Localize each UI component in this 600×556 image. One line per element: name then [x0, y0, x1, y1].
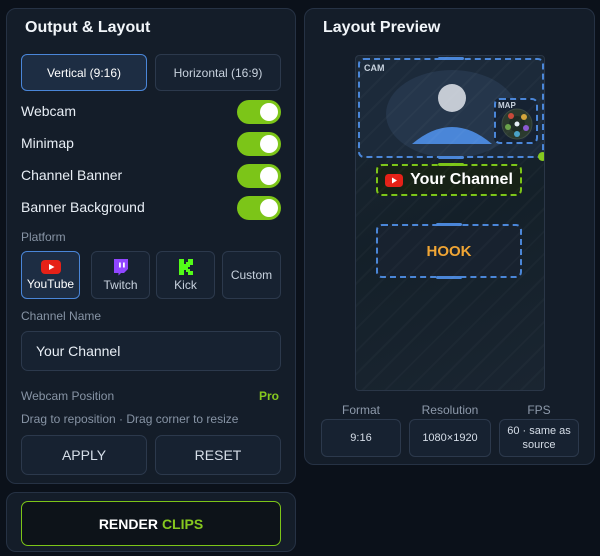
drag-handle[interactable]: [438, 57, 464, 60]
toggle-label: Banner Background: [21, 199, 145, 215]
layout-preview-panel: Layout Preview CAM MAP Your Channel HOOK…: [304, 8, 595, 465]
vertical-orientation-button[interactable]: Vertical (9:16): [21, 54, 147, 91]
toggle-knob: [260, 135, 278, 153]
resize-corner-handle[interactable]: [538, 152, 544, 161]
toggle-label: Minimap: [21, 135, 74, 151]
twitch-icon: [113, 259, 128, 276]
kick-icon: [178, 259, 193, 275]
channel-name-input[interactable]: [21, 331, 281, 371]
toggle-label: Webcam: [21, 103, 76, 119]
youtube-icon: [40, 260, 61, 274]
reset-button[interactable]: RESET: [155, 435, 281, 475]
banner-background-toggle[interactable]: [237, 196, 281, 220]
minimap-zone[interactable]: MAP: [494, 98, 538, 144]
drag-handle[interactable]: [438, 163, 464, 166]
render-label: RENDER: [98, 515, 158, 532]
format-value: 9:16: [321, 419, 401, 457]
toggle-label: Channel Banner: [21, 167, 123, 183]
channel-banner-toggle[interactable]: [237, 164, 281, 188]
preview-canvas: CAM MAP Your Channel HOOK: [355, 55, 545, 391]
toggle-row-webcam: Webcam: [21, 100, 281, 124]
cam-label: CAM: [364, 63, 385, 73]
webcam-zone[interactable]: CAM MAP: [358, 57, 544, 161]
drag-handle[interactable]: [436, 276, 462, 279]
platform-kick-button[interactable]: Kick: [156, 251, 215, 299]
webcam-position-label: Webcam Position: [21, 389, 115, 403]
resolution-value: 1080×1920: [409, 419, 491, 457]
toggle-row-minimap: Minimap: [21, 132, 281, 156]
toggle-row-banner-background: Banner Background: [21, 196, 281, 220]
map-label: MAP: [498, 101, 516, 110]
fps-value: 60 · same as source: [499, 419, 579, 457]
toggle-row-channel-banner: Channel Banner: [21, 164, 281, 188]
minimap-toggle[interactable]: [237, 132, 281, 156]
webcam-toggle[interactable]: [237, 100, 281, 124]
toggle-knob: [260, 199, 278, 217]
platform-twitch-button[interactable]: Twitch: [91, 251, 150, 299]
platform-youtube-button[interactable]: YouTube: [21, 251, 80, 299]
toggle-knob: [260, 103, 278, 121]
toggle-knob: [260, 167, 278, 185]
hook-text: HOOK: [426, 242, 472, 260]
youtube-icon: [385, 173, 404, 187]
webcam-position-hint: Drag to reposition · Drag corner to resi…: [21, 412, 239, 426]
pro-badge: Pro: [258, 389, 279, 403]
fps-label: FPS: [527, 403, 551, 417]
platform-label-youtube: YouTube: [26, 277, 75, 291]
channel-name-label: Channel Name: [21, 309, 102, 323]
resolution-label: Resolution: [421, 403, 479, 417]
render-panel: RENDER CLIPS: [6, 492, 296, 552]
drag-handle[interactable]: [438, 156, 464, 159]
platform-label-twitch: Twitch: [103, 278, 138, 292]
webcam-placeholder-icon: [386, 70, 518, 156]
platform-label-kick: Kick: [174, 278, 197, 292]
horizontal-orientation-button[interactable]: Horizontal (16:9): [155, 54, 281, 91]
clips-label: CLIPS: [161, 515, 204, 532]
platform-custom-button[interactable]: Custom: [222, 251, 281, 299]
panel-title: Layout Preview: [323, 19, 441, 36]
apply-button[interactable]: APPLY: [21, 435, 147, 475]
platform-label: Platform: [21, 230, 66, 244]
render-clips-button[interactable]: RENDER CLIPS: [21, 501, 281, 546]
minimap-icon: [501, 108, 533, 140]
banner-channel-text: Your Channel: [410, 171, 513, 188]
drag-handle[interactable]: [436, 223, 462, 226]
format-label: Format: [341, 403, 380, 417]
hook-zone[interactable]: HOOK: [376, 223, 522, 279]
platform-label-custom: Custom: [230, 268, 273, 282]
channel-banner-zone[interactable]: Your Channel: [376, 163, 522, 196]
output-layout-panel: Output & Layout Vertical (9:16) Horizont…: [6, 8, 296, 484]
panel-title: Output & Layout: [25, 19, 151, 36]
